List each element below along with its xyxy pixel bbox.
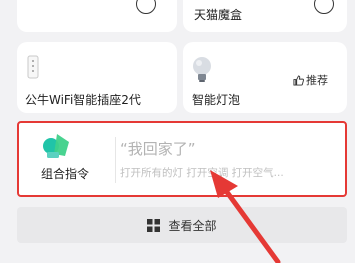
combo-divider xyxy=(115,137,116,183)
device-power-icon[interactable] xyxy=(136,0,156,14)
combo-command-icon xyxy=(43,134,69,158)
device-card-label: 天猫魔盒 xyxy=(194,8,243,22)
view-all-button[interactable]: 查看全部 xyxy=(17,207,347,243)
light-bulb-icon xyxy=(193,57,211,82)
device-card-tmall-box[interactable]: 天猫魔盒 xyxy=(183,0,347,32)
device-card-smart-plug[interactable]: 公牛WiFi智能插座2代 xyxy=(17,42,177,113)
device-card-smart-bulb[interactable]: 智能灯泡 推荐 xyxy=(183,42,347,113)
smart-plug-icon xyxy=(27,55,39,79)
combo-command-title: “我回家了” xyxy=(120,140,196,158)
device-power-icon[interactable] xyxy=(314,0,334,14)
device-card-label: 智能灯泡 xyxy=(192,93,241,107)
view-all-label: 查看全部 xyxy=(168,218,217,233)
thumbs-up-icon xyxy=(293,74,304,86)
device-card-1[interactable] xyxy=(17,0,177,32)
combo-command-label: 组合指令 xyxy=(41,167,90,181)
combo-command-card[interactable]: 组合指令 “我回家了” 打开所有的灯 打开空调 打开空气... xyxy=(17,121,347,197)
recommend-badge[interactable]: 推荐 xyxy=(293,72,328,88)
recommend-label: 推荐 xyxy=(306,74,328,87)
device-card-label: 公牛WiFi智能插座2代 xyxy=(25,93,141,107)
grid-icon xyxy=(147,218,161,232)
combo-command-subtitle: 打开所有的灯 打开空调 打开空气... xyxy=(120,167,284,179)
